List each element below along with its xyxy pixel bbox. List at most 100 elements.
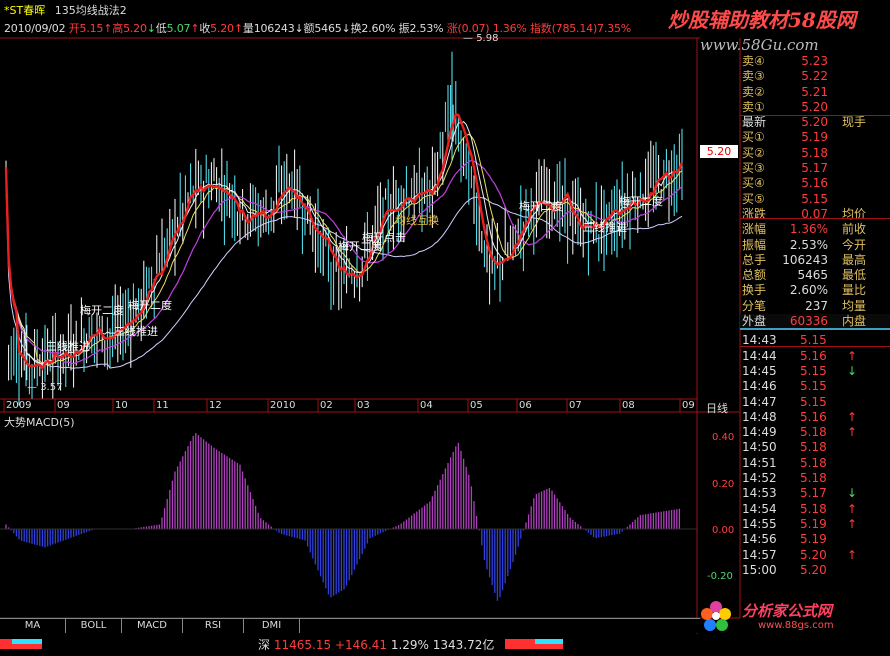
tick-time: 15:00 — [742, 562, 777, 577]
axis-label: 2010 — [270, 400, 296, 411]
tick-arrow-icon: ↓ — [847, 363, 858, 378]
axis-label: 08 — [622, 400, 635, 411]
tick-arrow-icon: ↑ — [847, 425, 858, 440]
tick-price: 5.18 — [800, 471, 827, 486]
tick-time: 14:48 — [742, 409, 777, 424]
tick-price: 5.18 — [800, 425, 827, 440]
macd-tick-1: 0.40 — [712, 432, 735, 443]
tick-price: 5.15 — [800, 394, 827, 409]
tick-price: 5.20 — [800, 547, 827, 562]
bid-row-2[interactable]: 买② 5.18 — [740, 146, 890, 161]
bid-row-3[interactable]: 买③ 5.17 — [740, 161, 890, 176]
bid-row-1[interactable]: 买① 5.19 — [740, 130, 890, 145]
macd-chart — [0, 433, 697, 601]
stat-row-change: 涨跌 0.07 均价 — [742, 206, 867, 221]
annotation-4: 三线推进 — [114, 325, 158, 338]
tick-time: 14:46 — [742, 379, 777, 394]
axis-label: 02 — [320, 400, 333, 411]
tick-row: 14:47 5.15 — [740, 395, 890, 410]
bid-row-5[interactable]: 买⑤ 5.15 — [740, 192, 890, 207]
price-chart — [4, 51, 684, 406]
tick-price: 5.20 — [800, 562, 827, 577]
tab-ma[interactable]: MA — [0, 619, 66, 633]
tick-arrow-icon: ↑ — [847, 348, 858, 363]
annotation-2: 梅开二度 — [80, 304, 124, 317]
tick-price: 5.19 — [800, 532, 827, 547]
tick-row: 14:48 5.16 ↑ — [740, 410, 890, 425]
tick-time: 14:51 — [742, 455, 777, 470]
tick-arrow-icon: ↑ — [847, 516, 858, 531]
tick-list[interactable]: 14:43 5.15 14:44 5.16 ↑ 14:45 5.15 ↓ 14:46 5.15 14… — [740, 333, 890, 578]
macd-title: 大势MACD(5) — [4, 416, 75, 429]
tick-time: 14:57 — [742, 547, 777, 562]
ask-row-1[interactable]: 卖① 5.20 — [740, 100, 890, 115]
tick-row: 14:53 5.17 ↓ — [740, 486, 890, 501]
period-label[interactable]: 日线 — [706, 400, 728, 416]
tab-macd[interactable]: MACD — [122, 619, 183, 633]
stat-row-amount: 总额 5465 最低 — [742, 268, 867, 283]
annotation-10: 梅开二度 — [619, 195, 663, 208]
high-mark: — 5.98 — [463, 33, 499, 44]
tick-time: 14:52 — [742, 471, 777, 486]
annotation-7: 梅开二度 — [338, 240, 382, 253]
stat-row-ticks: 分笔 237 均量 — [742, 298, 867, 313]
tab-boll[interactable]: BOLL — [66, 619, 122, 633]
axis-label: 12 — [209, 400, 222, 411]
tick-row: 14:54 5.18 ↑ — [740, 502, 890, 517]
tick-time: 14:53 — [742, 486, 777, 501]
tick-time: 14:50 — [742, 440, 777, 455]
tick-price: 5.17 — [800, 486, 827, 501]
tick-price: 5.19 — [800, 516, 827, 531]
logo-url: www.88gs.com — [758, 620, 834, 631]
tick-arrow-icon: ↑ — [847, 409, 858, 424]
tick-arrow-icon: ↑ — [847, 501, 858, 516]
stat-row-turnover: 换手 2.60% 量比 — [742, 283, 867, 298]
axis-label: 09 — [57, 400, 70, 411]
tick-row: 14:44 5.16 ↑ — [740, 349, 890, 364]
tab-dmi[interactable]: DMI — [244, 619, 300, 633]
tick-price: 5.15 — [800, 363, 827, 378]
tick-price: 5.18 — [800, 501, 827, 516]
annotation-9: 三线推进 — [583, 221, 627, 234]
panel-separator — [740, 115, 890, 116]
tick-arrow-icon: ↓ — [847, 486, 858, 501]
annotation-1: 三线推进 — [46, 340, 90, 353]
stat-row-amplitude: 振幅 2.53% 今开 — [742, 237, 867, 252]
low-mark: — 3.57 — [27, 382, 63, 393]
bid-row-4[interactable]: 买④ 5.16 — [740, 176, 890, 191]
tick-row: 14:49 5.18 ↑ — [740, 425, 890, 440]
macd-tick-3: 0.00 — [712, 525, 735, 536]
tick-price: 5.18 — [800, 455, 827, 470]
tick-time: 14:56 — [742, 532, 777, 547]
stat-row-pct: 涨幅 1.36% 前收 — [742, 222, 867, 237]
tick-row: 14:52 5.18 — [740, 471, 890, 486]
status-indicator-right — [505, 639, 563, 649]
annotation-3: 梅开二度 — [128, 299, 172, 312]
current-price-tag: 5.20 — [700, 145, 738, 158]
tab-rsi[interactable]: RSI — [183, 619, 244, 633]
market-index[interactable]: 深 11465.15 +146.41 1.29% 1343.72亿 — [258, 636, 494, 653]
tick-price: 5.18 — [800, 440, 827, 455]
ask-row-3[interactable]: 卖③ 5.22 — [740, 69, 890, 84]
tick-time: 14:54 — [742, 501, 777, 516]
axis-label: 03 — [357, 400, 370, 411]
axis-label: 07 — [569, 400, 582, 411]
tick-row: 14:46 5.15 — [740, 379, 890, 394]
annotation-8: 梅开二度 — [519, 200, 563, 213]
logo-text: 分析家公式网 — [742, 602, 833, 620]
tick-time: 14:47 — [742, 394, 777, 409]
tick-row: 14:45 5.15 ↓ — [740, 364, 890, 379]
axis-label: 2009 — [6, 400, 32, 411]
tick-time: 14:49 — [742, 425, 777, 440]
ask-row-2[interactable]: 卖② 5.21 — [740, 85, 890, 100]
tick-row: 15:00 5.20 — [740, 563, 890, 578]
status-indicator-left — [0, 639, 42, 649]
axis-label: 09 — [682, 400, 695, 411]
tick-row: 14:51 5.18 — [740, 456, 890, 471]
macd-tick-2: 0.20 — [712, 479, 735, 490]
stat-row-volume: 总手 106243 最高 — [742, 252, 867, 267]
ask-row-4[interactable]: 卖④ 5.23 — [740, 54, 890, 69]
axis-label: 10 — [115, 400, 128, 411]
macd-tick-4: -0.20 — [707, 571, 733, 582]
latest-row: 最新 5.20 现手 — [742, 115, 867, 130]
